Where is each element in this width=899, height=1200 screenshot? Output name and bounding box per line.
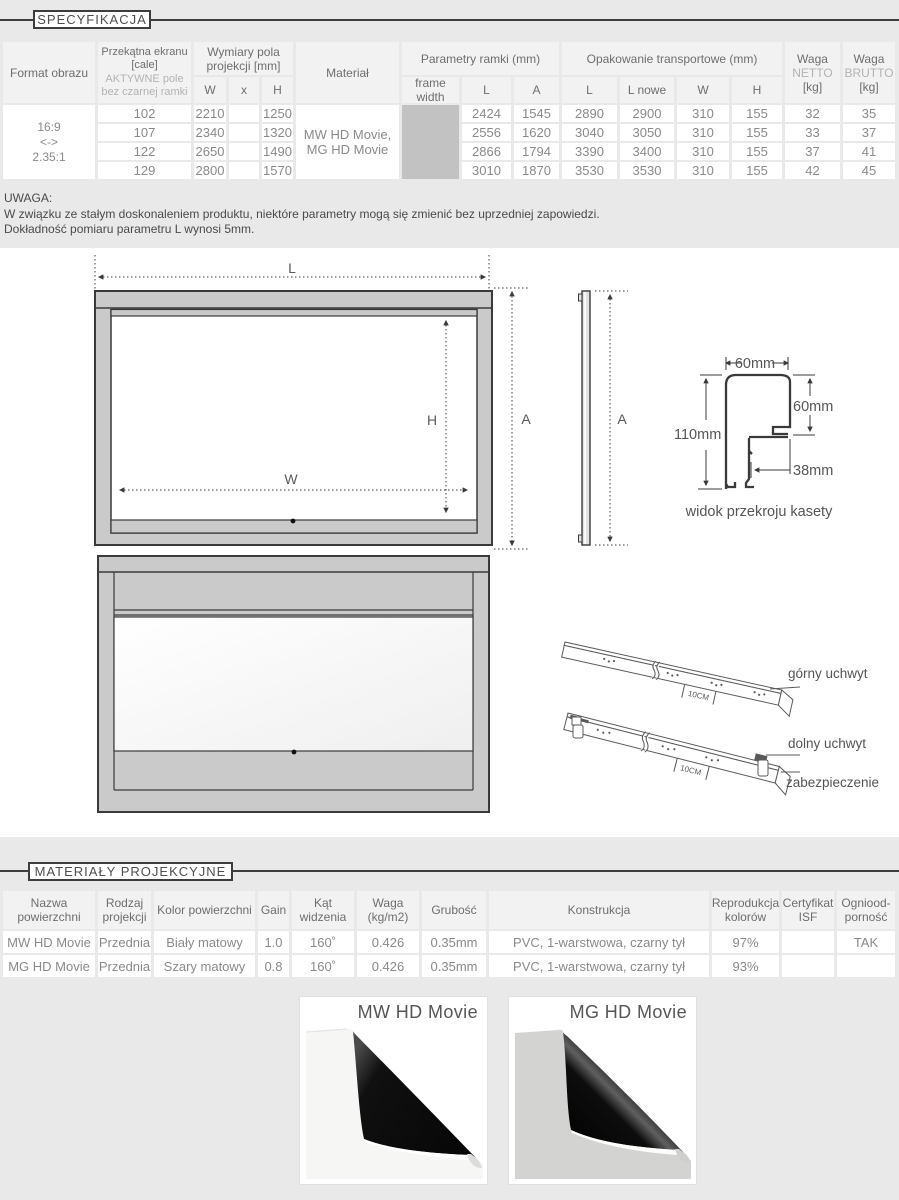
svg-text:10CM: 10CM [679,763,702,777]
svg-text:L: L [288,260,296,276]
svg-text:widok przekroju kasety: widok przekroju kasety [685,504,833,520]
svg-text:górny uchwyt: górny uchwyt [788,666,868,681]
svg-text:A: A [521,411,531,427]
svg-text:dolny uchwyt: dolny uchwyt [788,736,866,751]
svg-text:10CM: 10CM [687,689,710,702]
svg-text:MG HD Movie: MG HD Movie [570,1003,687,1022]
svg-text:60mm: 60mm [793,399,833,415]
svg-text:A: A [617,411,627,427]
svg-text:38mm: 38mm [793,463,833,479]
svg-text:60mm: 60mm [735,356,775,372]
svg-text:H: H [427,412,437,428]
svg-text:W: W [284,471,298,487]
svg-text:MW HD Movie: MW HD Movie [358,1003,478,1022]
svg-text:zabezpieczenie: zabezpieczenie [786,775,879,790]
svg-text:110mm: 110mm [674,427,721,443]
